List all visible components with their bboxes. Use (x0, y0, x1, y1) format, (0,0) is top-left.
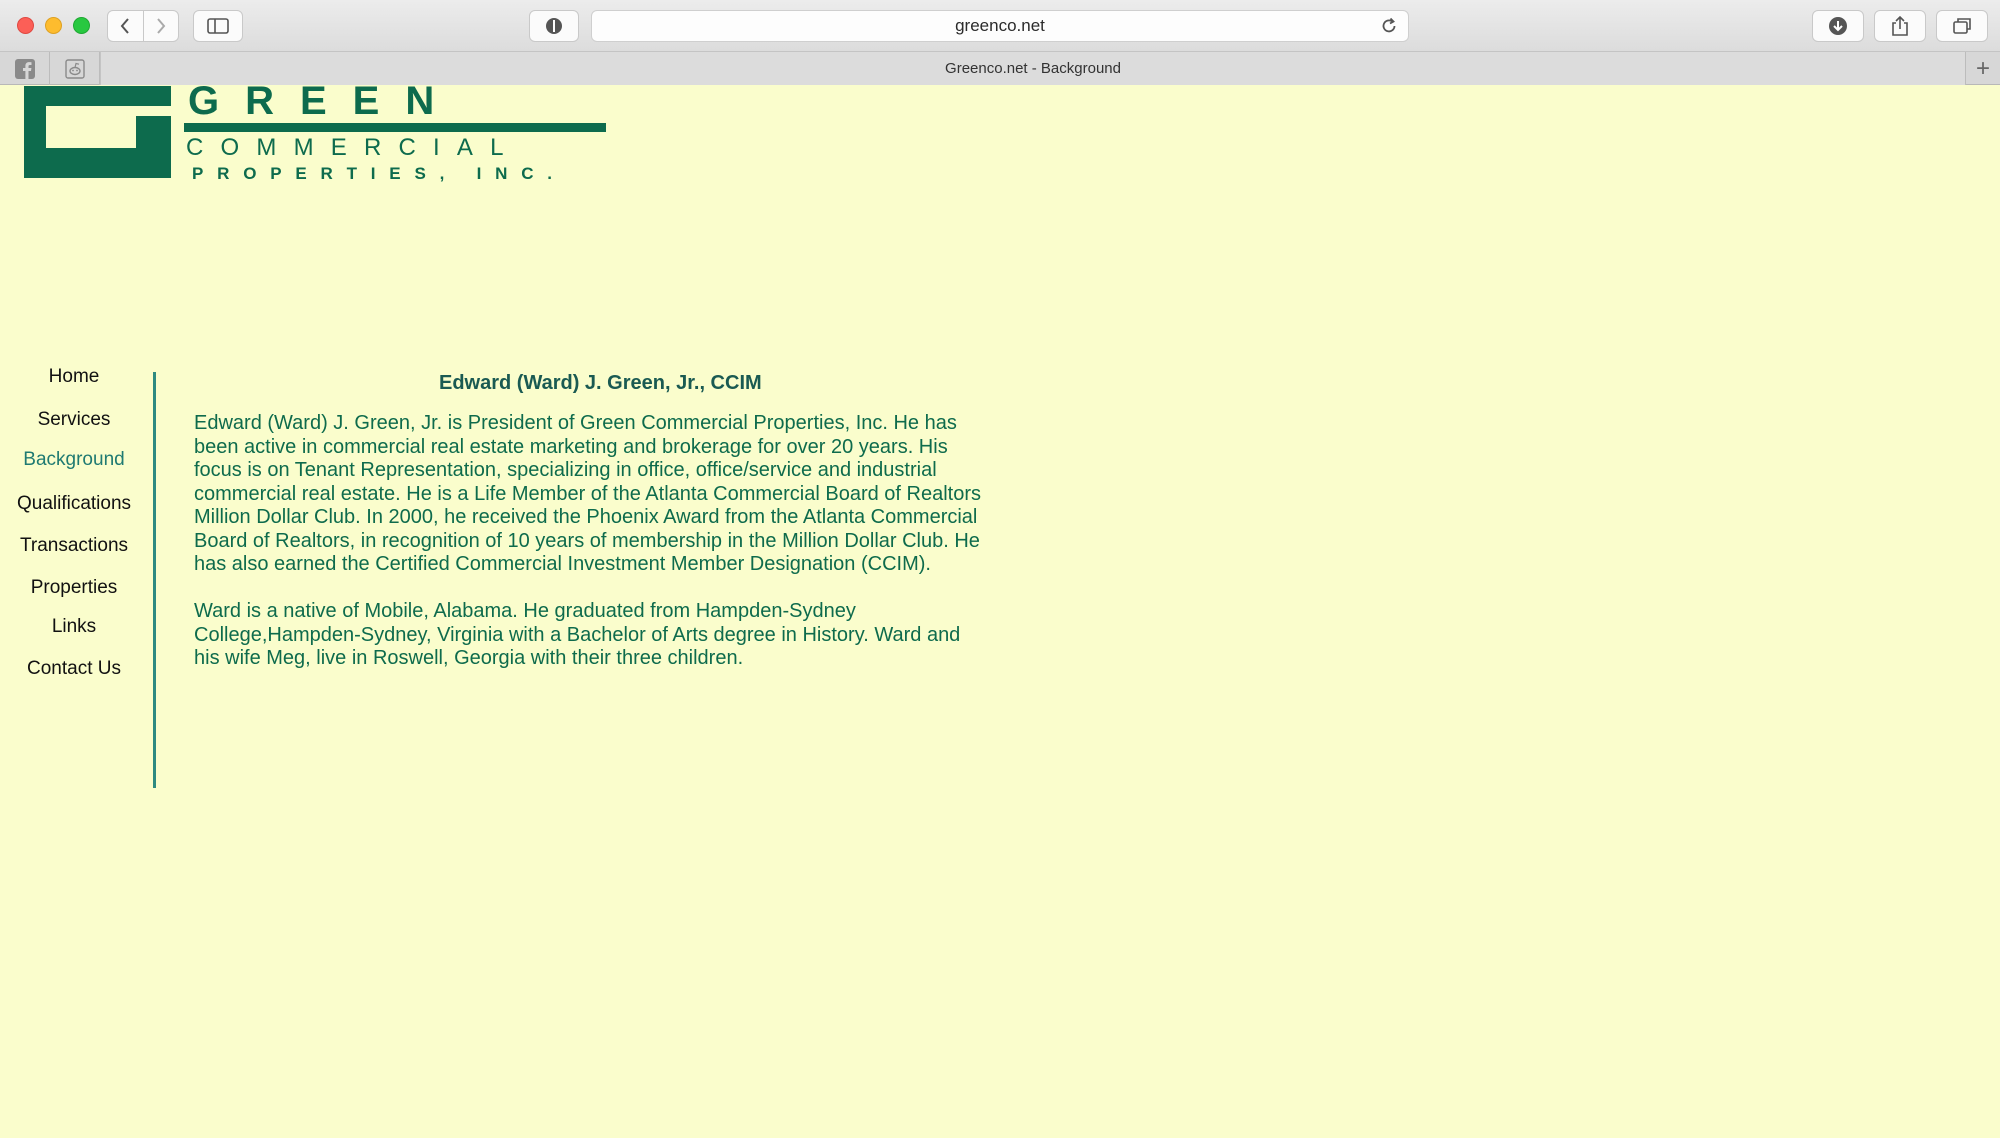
tab-bar: Greenco.net - Background + (0, 52, 2000, 85)
browser-toolbar: greenco.net (0, 0, 2000, 52)
forward-button[interactable] (142, 11, 179, 41)
nav-properties[interactable]: Properties (0, 577, 148, 599)
zoom-window-button[interactable] (73, 17, 90, 34)
privacy-button[interactable] (529, 10, 579, 42)
sidebar-toggle-button[interactable] (193, 10, 243, 42)
active-tab[interactable]: Greenco.net - Background (100, 52, 1966, 85)
share-button[interactable] (1874, 10, 1926, 42)
text-line: College,Hampden-Sydney, Virginia with a … (194, 623, 961, 646)
pinned-tab-reddit[interactable] (50, 52, 100, 85)
green-commercial-logo[interactable]: GREEN COMMERCIAL PROPERTIES, INC. (12, 86, 612, 186)
page-heading: Edward (Ward) J. Green, Jr., CCIM (439, 372, 762, 394)
text-line: Ward is a native of Mobile, Alabama. He … (194, 600, 856, 622)
text-line: focus is on Tenant Representation, speci… (194, 459, 937, 481)
download-icon (1829, 17, 1847, 35)
text-line: been active in commercial real estate ma… (194, 435, 948, 458)
tab-overview-button[interactable] (1936, 10, 1988, 42)
logo-properties-text: PROPERTIES, INC. (192, 164, 566, 183)
nav-qualifications[interactable]: Qualifications (0, 493, 148, 515)
downloads-button[interactable] (1812, 10, 1864, 42)
tabs-icon (1953, 18, 1971, 34)
facebook-icon (14, 58, 35, 79)
shield-icon (546, 18, 562, 34)
nav-background[interactable]: Background (0, 449, 148, 471)
tab-title-text: Greenco.net - Background (945, 60, 1121, 77)
text-line: commercial real estate. He is a Life Mem… (194, 482, 981, 505)
nav-divider (153, 372, 156, 788)
address-bar[interactable]: greenco.net (591, 10, 1409, 42)
text-line: Million Dollar Club. In 2000, he receive… (194, 506, 978, 528)
url-text: greenco.net (955, 16, 1045, 35)
history-nav-group (107, 10, 179, 42)
nav-home[interactable]: Home (0, 366, 148, 388)
reddit-icon (64, 58, 85, 79)
text-line: Edward (Ward) J. Green, Jr. is President… (194, 412, 957, 434)
text-line: Board of Realtors, in recognition of 10 … (194, 529, 980, 552)
nav-contact-us[interactable]: Contact Us (0, 658, 148, 680)
logo-commercial-text: COMMERCIAL (186, 134, 521, 161)
close-window-button[interactable] (17, 17, 34, 34)
logo-rule (184, 123, 606, 132)
chevron-left-icon (120, 18, 130, 34)
pinned-tab-facebook[interactable] (0, 52, 50, 85)
back-button[interactable] (108, 11, 143, 41)
chevron-right-icon (156, 18, 166, 34)
reload-icon[interactable] (1380, 17, 1398, 35)
nav-links[interactable]: Links (0, 616, 148, 638)
nav-transactions[interactable]: Transactions (0, 535, 148, 557)
logo-green-text: GREEN (188, 86, 460, 123)
text-line: his wife Meg, live in Roswell, Georgia w… (194, 647, 744, 669)
bio-paragraph-2: Ward is a native of Mobile, Alabama. He … (194, 600, 1024, 671)
new-tab-button[interactable]: + (1966, 52, 2000, 85)
web-page: GREEN COMMERCIAL PROPERTIES, INC. Home S… (0, 86, 2000, 1138)
text-line: has also earned the Certified Commercial… (194, 553, 931, 575)
share-icon (1892, 15, 1908, 36)
bio-paragraph-1: Edward (Ward) J. Green, Jr. is President… (194, 412, 1024, 577)
sidebar-icon (207, 18, 229, 34)
nav-services[interactable]: Services (0, 409, 148, 431)
minimize-window-button[interactable] (45, 17, 62, 34)
